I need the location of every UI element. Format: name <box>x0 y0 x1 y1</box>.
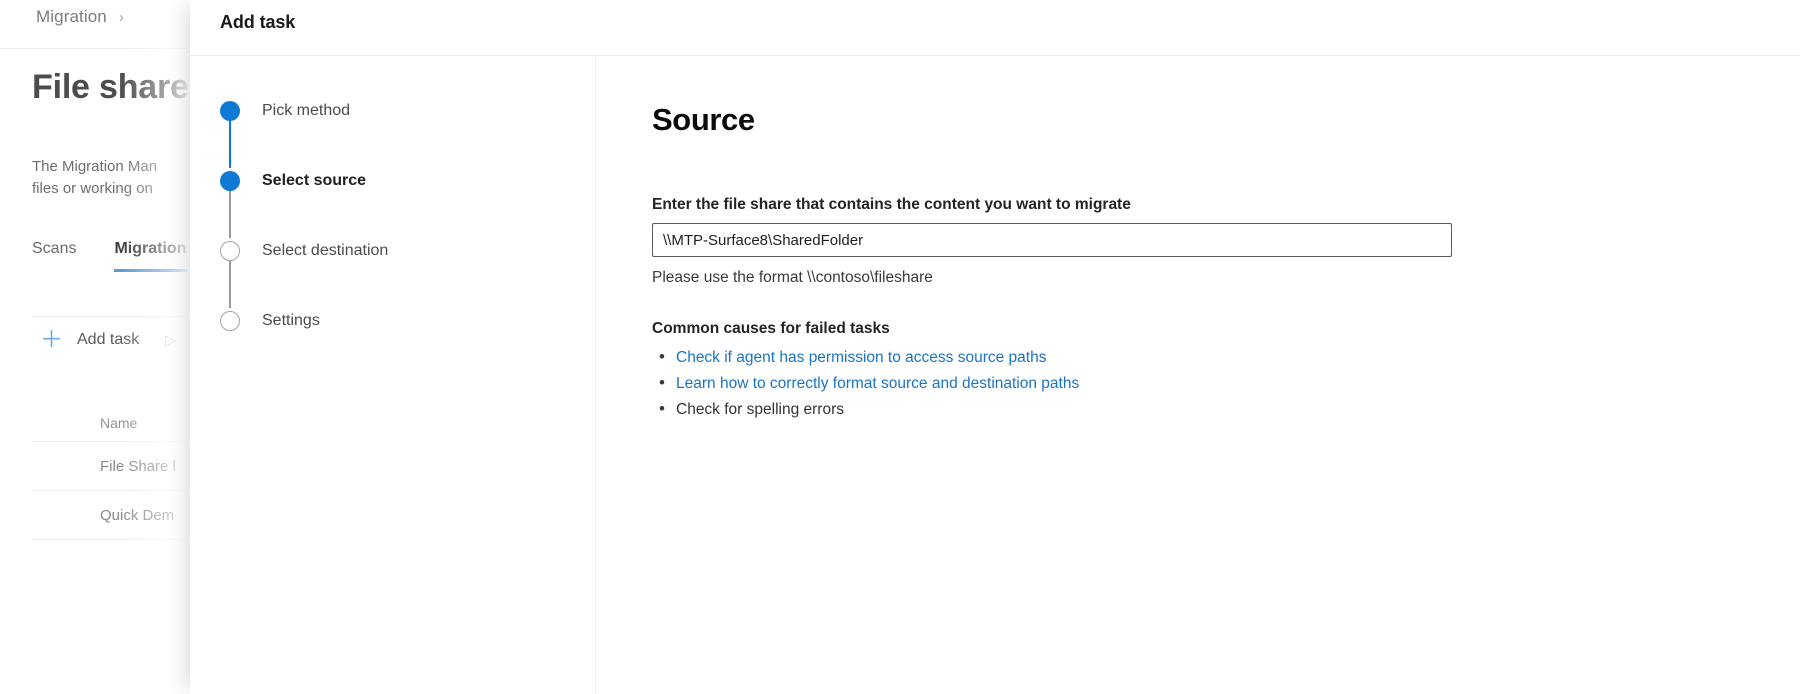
chevron-right-icon: › <box>118 8 124 26</box>
tab-list: Scans Migration <box>32 240 189 272</box>
wizard-step-select-destination[interactable]: Select destination <box>220 240 595 262</box>
plus-icon: ＋ <box>40 326 63 352</box>
step-bullet-current-icon <box>220 171 240 191</box>
wizard-step-label: Select destination <box>262 242 389 259</box>
add-task-button[interactable]: Add task <box>77 331 139 349</box>
step-connector-2 <box>229 190 231 238</box>
breadcrumb: Migration › <box>36 7 124 27</box>
link-format-paths[interactable]: Learn how to correctly format source and… <box>676 375 1079 392</box>
tab-migration[interactable]: Migration <box>114 240 189 272</box>
wizard-step-content: Source Enter the file share that contain… <box>596 56 1800 694</box>
page-title: File share <box>32 68 189 106</box>
wizard-step-label: Settings <box>262 312 320 329</box>
wizard-step-pick-method[interactable]: Pick method <box>220 100 595 122</box>
app-root: Migration › File share The Migration Man… <box>0 0 1800 694</box>
source-field-hint: Please use the format \\contoso\fileshar… <box>652 269 933 286</box>
common-causes-list: Check if agent has permission to access … <box>652 346 1800 421</box>
add-task-panel: Add task Pick method Select source Selec… <box>190 0 1800 694</box>
step-bullet-pending-icon <box>220 241 240 261</box>
wizard-step-label: Pick method <box>262 102 351 119</box>
wizard-step-nav: Pick method Select source Select destina… <box>190 56 596 694</box>
list-item: Learn how to correctly format source and… <box>652 372 1800 395</box>
list-item: Check for spelling errors <box>652 398 1800 421</box>
panel-title: Add task <box>220 12 296 32</box>
list-item: Check if agent has permission to access … <box>652 346 1800 369</box>
panel-body: Pick method Select source Select destina… <box>190 56 1800 694</box>
wizard-step-label: Select source <box>262 172 367 189</box>
wizard-step-select-source[interactable]: Select source <box>220 170 595 192</box>
common-causes-title: Common causes for failed tasks <box>652 320 890 337</box>
step-connector-3 <box>229 260 231 308</box>
command-bar: ＋ Add task ▷ <box>40 328 177 351</box>
content-heading: Source <box>652 102 755 137</box>
wizard-step-settings[interactable]: Settings <box>220 310 595 332</box>
step-bullet-pending-icon <box>220 311 240 331</box>
source-path-input[interactable] <box>652 223 1452 257</box>
tab-scans[interactable]: Scans <box>32 240 76 272</box>
source-field-label: Enter the file share that contains the c… <box>652 196 1131 213</box>
link-agent-permission[interactable]: Check if agent has permission to access … <box>676 349 1046 366</box>
breadcrumb-item-migration[interactable]: Migration <box>36 7 107 27</box>
step-bullet-complete-icon <box>220 101 240 121</box>
step-connector-1 <box>229 120 231 168</box>
panel-header: Add task <box>190 0 1800 55</box>
play-icon[interactable]: ▷ <box>165 331 177 349</box>
